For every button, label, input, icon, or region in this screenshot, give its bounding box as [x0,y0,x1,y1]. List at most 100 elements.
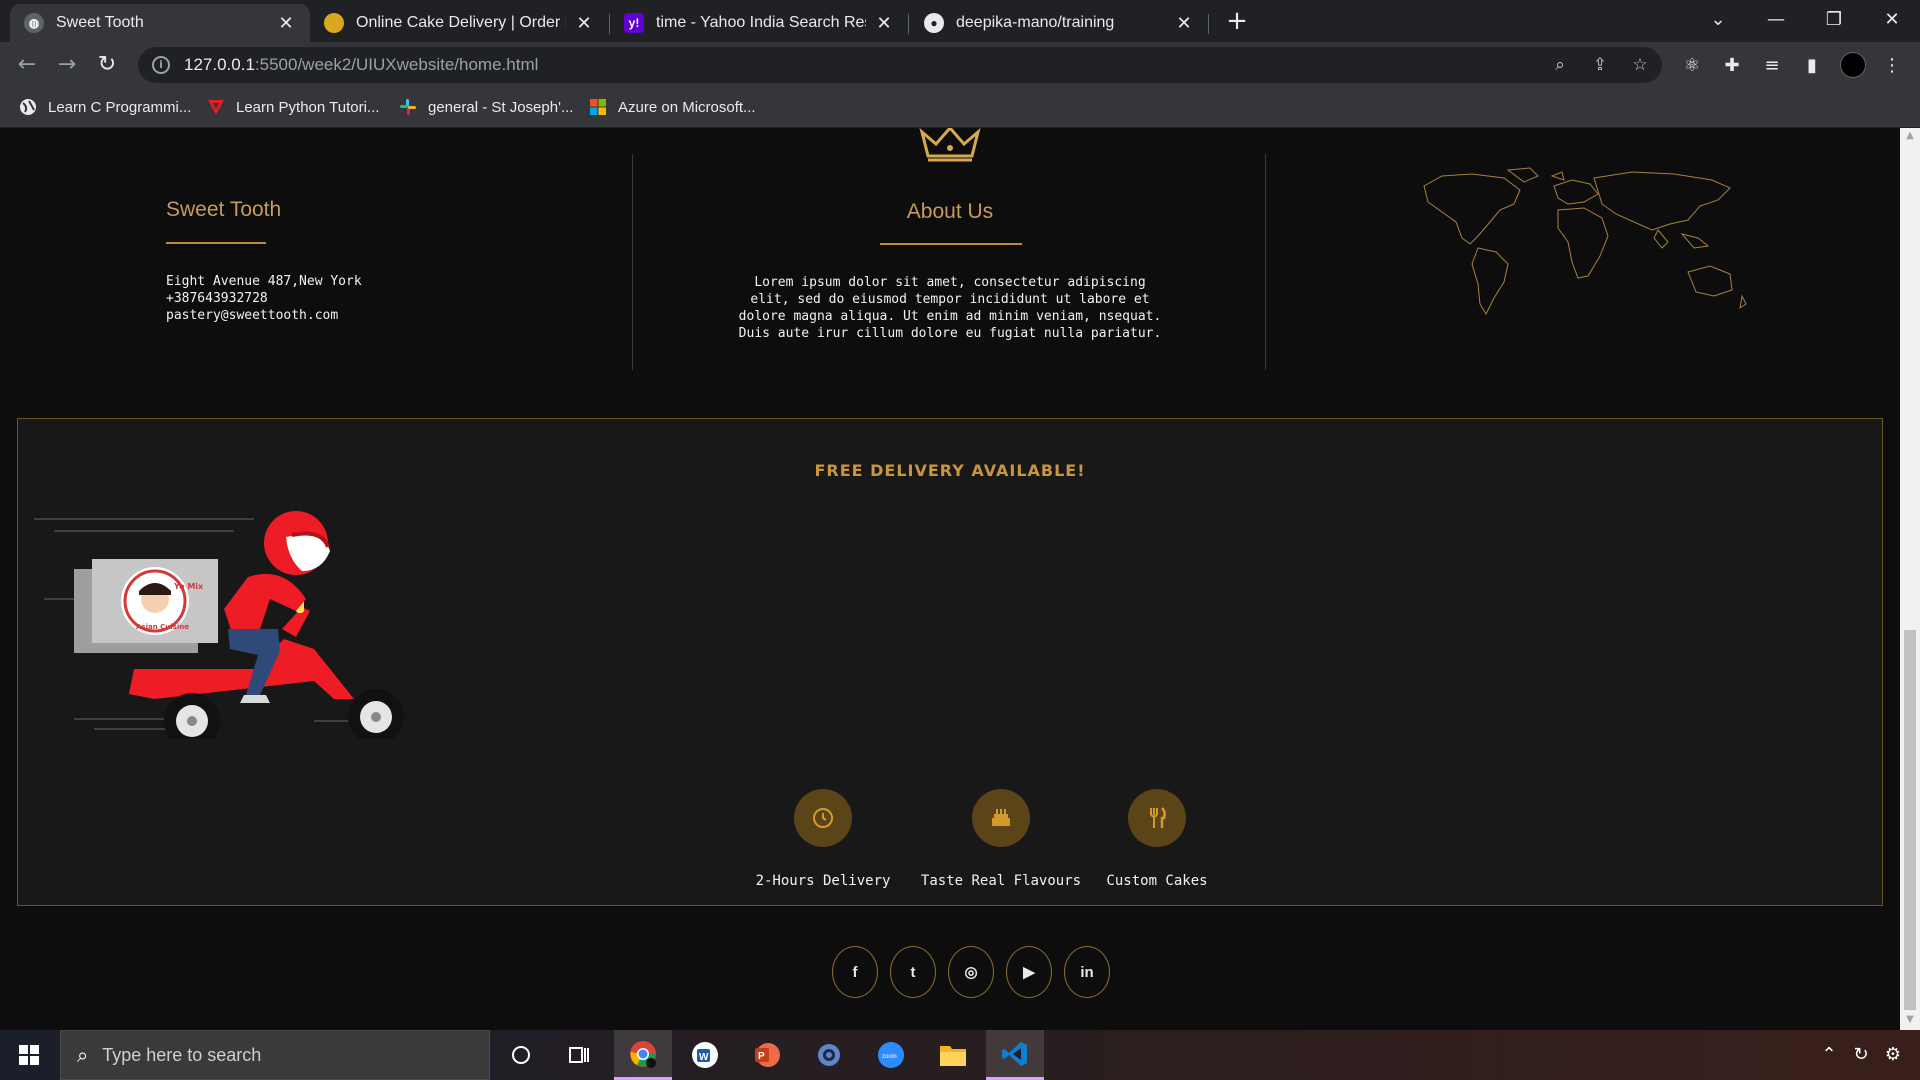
bookmark-label: Azure on Microsoft... [618,98,756,116]
twitter-icon[interactable]: t [890,946,936,998]
world-map-icon [1423,167,1747,316]
cake-icon [324,13,344,33]
footer-info-section: Sweet Tooth Eight Avenue 487,New York +3… [0,128,1900,418]
instagram-icon[interactable]: ◎ [948,946,994,998]
bookmark-label: general - St Joseph'... [428,98,574,116]
address-bar[interactable]: i 127.0.0.1:5500/week2/UIUXwebsite/home.… [138,47,1662,83]
close-tab-icon[interactable]: ✕ [1174,13,1194,34]
tab-separator [1208,14,1209,34]
address-url: 127.0.0.1:5500/week2/UIUXwebsite/home.ht… [184,55,538,75]
tab-search-button[interactable]: ⌄ [1690,0,1746,40]
delivery-scooter-illustration: Yo Mix Asian Cuisine [34,511,404,739]
tab-online-cake-delivery[interactable]: Online Cake Delivery | Order Best ✕ [310,4,608,42]
bookmark-slack-general[interactable]: general - St Joseph'... [398,97,573,117]
microsoft-icon [588,97,608,117]
bookmark-star-icon[interactable]: ☆ [1630,55,1650,75]
about-title-underline [880,243,1022,245]
back-button[interactable]: ← [12,50,42,80]
slack-icon [398,97,418,117]
sync-status-icon[interactable]: ↻ [1848,1044,1874,1065]
side-panel-icon[interactable]: ▮ [1800,54,1824,78]
tab-yahoo-search[interactable]: y! time - Yahoo India Search Results ✕ [610,4,908,42]
profile-avatar[interactable] [1840,52,1866,78]
svg-text:P: P [758,1051,765,1062]
show-hidden-icons-chevron-icon[interactable]: ⌃ [1816,1044,1842,1065]
share-icon[interactable]: ⇪ [1590,55,1610,75]
extensions-puzzle-icon[interactable]: ✚ [1720,54,1744,78]
url-host: 127.0.0.1 [184,55,255,74]
scroll-up-arrow-icon[interactable]: ▲ [1904,130,1916,144]
github-icon: ● [924,13,944,33]
box-logo-text: Yo Mix [173,582,204,591]
powerpoint-taskbar-icon[interactable]: P [738,1030,796,1080]
youtube-icon[interactable]: ▶ [1006,946,1052,998]
box-logo-subtext: Asian Cuisine [136,623,189,631]
bookmark-azure[interactable]: Azure on Microsoft... [588,97,756,117]
extension-react-icon[interactable]: ⚛ [1680,54,1704,78]
zoom-icon[interactable]: ⌕ [1550,55,1570,75]
settings-gear-icon[interactable]: ⚙ [1880,1044,1906,1065]
windows-taskbar: ⌕ Type here to search W P zoom ⌃ ↻ ⚙ [0,1030,1920,1080]
clock-icon [794,789,852,847]
scroll-down-arrow-icon[interactable]: ▼ [1904,1014,1916,1028]
facebook-icon[interactable]: f [832,946,878,998]
crown-icon [919,128,981,162]
tab-github-training[interactable]: ● deepika-mano/training ✕ [910,4,1208,42]
close-tab-icon[interactable]: ✕ [874,13,894,34]
tutorial-logo-icon [206,97,226,117]
feature-label: Custom Cakes [1106,873,1208,889]
more-menu-icon[interactable]: ⋮ [1880,54,1904,78]
reload-button[interactable]: ↻ [92,50,122,80]
tab-title: deepika-mano/training [956,14,1115,31]
minimize-button[interactable]: — [1748,0,1804,40]
feature-label: Taste Real Flavours [920,873,1082,889]
bookmark-label: Learn C Programmi... [48,98,192,116]
url-path: :5500/week2/UIUXwebsite/home.html [254,55,539,74]
svg-text:zoom: zoom [882,1054,897,1060]
bookmark-label: Learn Python Tutori... [236,98,380,116]
feature-2-hours-delivery: 2-Hours Delivery [748,789,898,889]
windows-start-icon[interactable] [0,1030,58,1080]
close-window-button[interactable]: ✕ [1864,0,1920,40]
contact-address: Eight Avenue 487,New York [166,274,362,289]
tab-sweet-tooth[interactable]: ◍ Sweet Tooth ✕ [10,4,310,42]
media-queue-icon[interactable]: ≡ [1760,54,1784,78]
utensils-icon [1128,789,1186,847]
cortana-icon[interactable] [492,1030,550,1080]
new-tab-button[interactable]: + [1222,6,1252,36]
page-scrollbar[interactable]: ▲ ▼ [1900,128,1920,1030]
contact-email: pastery@sweettooth.com [166,308,339,323]
taskbar-search-placeholder: Type here to search [102,1044,262,1065]
about-text: Lorem ipsum dolor sit amet, consectetur … [738,275,1162,341]
scrollbar-thumb[interactable] [1904,630,1916,1010]
bookmark-learn-c[interactable]: Learn C Programmi... [18,97,191,117]
bookmark-learn-python[interactable]: Learn Python Tutori... [206,97,379,117]
site-info-icon[interactable]: i [152,56,170,74]
browser-tab-strip: ◍ Sweet Tooth ✕ Online Cake Delivery | O… [0,0,1920,42]
close-tab-icon[interactable]: ✕ [276,13,296,34]
restore-button[interactable]: ❐ [1806,0,1862,40]
close-tab-icon[interactable]: ✕ [574,13,594,34]
word-taskbar-icon[interactable]: W [676,1030,734,1080]
tab-separator [908,14,909,34]
settings-taskbar-icon[interactable] [800,1030,858,1080]
feature-label: 2-Hours Delivery [755,873,891,889]
about-title: About Us [906,200,994,223]
search-icon: ⌕ [77,1043,89,1067]
file-explorer-icon[interactable] [924,1030,982,1080]
task-view-icon[interactable] [550,1030,608,1080]
linkedin-icon[interactable]: in [1064,946,1110,998]
cake-icon [972,789,1030,847]
globe-icon: ◍ [24,13,44,33]
zoom-taskbar-icon[interactable]: zoom [862,1030,920,1080]
chrome-taskbar-icon[interactable] [614,1030,672,1080]
vscode-taskbar-icon[interactable] [986,1030,1044,1080]
taskbar-search-box[interactable]: ⌕ Type here to search [60,1030,490,1080]
tab-title: time - Yahoo India Search Results [656,14,866,31]
yahoo-icon: y! [624,13,644,33]
browser-toolbar: ← → ↻ i 127.0.0.1:5500/week2/UIUXwebsite… [0,42,1920,88]
column-divider [1265,154,1266,370]
feature-custom-cakes: Custom Cakes [1087,789,1227,889]
delivery-section: FREE DELIVERY AVAILABLE! Yo Mix Asian Cu… [17,418,1883,906]
forward-button[interactable]: → [52,50,82,80]
